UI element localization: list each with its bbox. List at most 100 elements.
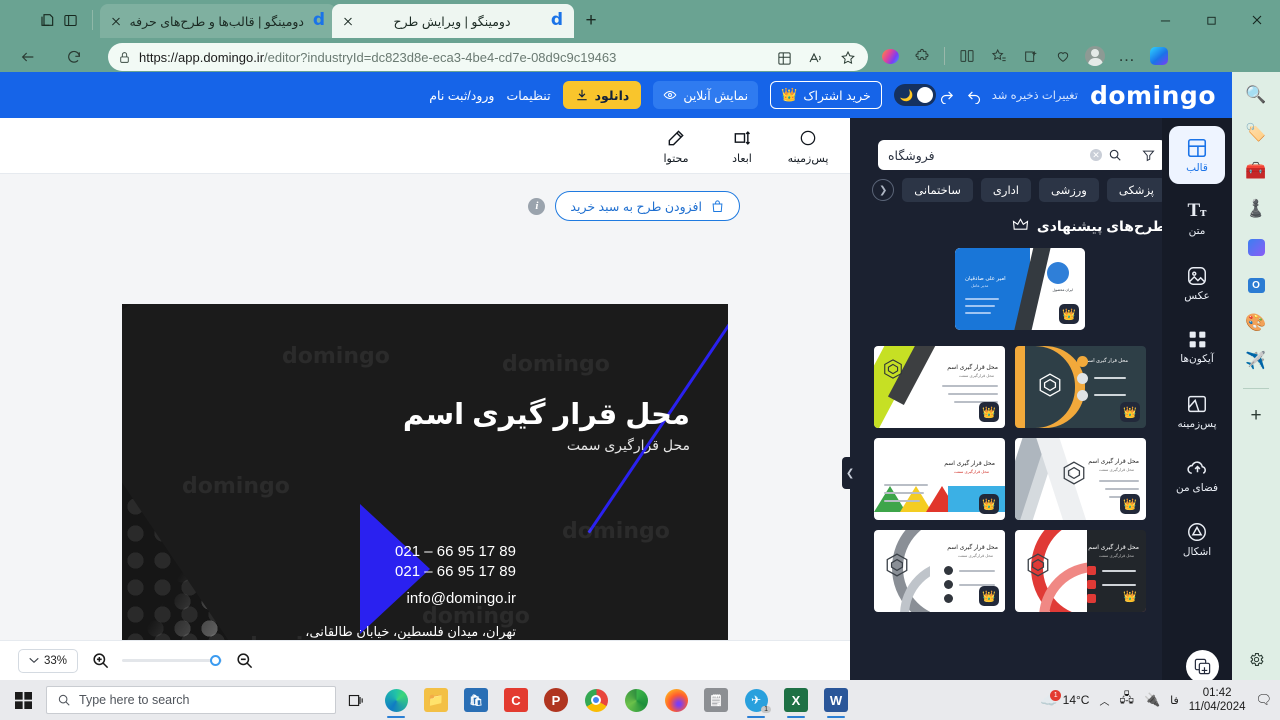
- image-creator-icon[interactable]: 🎨: [1241, 308, 1271, 338]
- rail-item-shapes[interactable]: اشکال: [1169, 510, 1225, 568]
- google-chrome-icon[interactable]: [576, 680, 616, 720]
- featured-template-card[interactable]: امیر علی صادقیان مدیر عامل ایران محصول 👑: [955, 248, 1085, 330]
- zoom-slider-handle[interactable]: [210, 655, 221, 666]
- notes-app-icon[interactable]: 🗒: [696, 680, 736, 720]
- card-role-text[interactable]: محل قرارگیری سمت: [567, 437, 690, 454]
- sidebar-settings-gear-icon[interactable]: [1241, 644, 1271, 674]
- word-icon[interactable]: W: [816, 680, 856, 720]
- template-card[interactable]: محل قرار گیری اسم محل قرارگیری سمت 👑: [1015, 530, 1146, 612]
- rail-item-template[interactable]: قالب: [1169, 126, 1225, 184]
- template-card[interactable]: محل قرار گیری اسم محل قرارگیری سمت 👑: [1015, 438, 1146, 520]
- address-bar[interactable]: https://app.domingo.ir/editor?industryId…: [108, 43, 868, 71]
- undo-icon[interactable]: [964, 84, 986, 106]
- download-button[interactable]: دانلود: [562, 81, 642, 109]
- show-hidden-icons-icon[interactable]: ︿: [1099, 693, 1109, 708]
- clock[interactable]: 01:42 11/04/2024: [1189, 686, 1246, 714]
- category-chip-construction[interactable]: ساختمانی: [902, 178, 973, 202]
- camtasia-icon[interactable]: C: [496, 680, 536, 720]
- firefox-icon[interactable]: [656, 680, 696, 720]
- language-indicator[interactable]: فا: [1170, 694, 1179, 707]
- rail-item-text[interactable]: Tт متن: [1169, 190, 1225, 248]
- browser-essentials-icon[interactable]: [1049, 42, 1077, 70]
- vertical-tabs-icon[interactable]: [58, 8, 82, 32]
- card-email-text[interactable]: info@domingo.ir: [407, 590, 516, 607]
- maximize-button[interactable]: [1188, 0, 1234, 40]
- buy-subscription-button[interactable]: خرید اشتراک 👑: [770, 81, 882, 109]
- network-icon[interactable]: 🖧: [1119, 689, 1134, 711]
- shopping-tag-icon[interactable]: 🏷️: [1241, 118, 1271, 148]
- tools-briefcase-icon[interactable]: 🧰: [1241, 156, 1271, 186]
- template-card[interactable]: محل قرار گیری اسم محل قرارگیری سمت 👑: [874, 438, 1005, 520]
- minimize-button[interactable]: [1142, 0, 1188, 40]
- read-aloud-icon[interactable]: [802, 44, 830, 72]
- template-card[interactable]: محل قرار گیری اسم 👑: [1015, 346, 1146, 428]
- zoom-level-select[interactable]: 33%: [18, 648, 78, 673]
- telegram-icon[interactable]: ✈️: [1241, 346, 1271, 376]
- add-to-cart-button[interactable]: افزودن طرح به سبد خرید: [555, 191, 740, 221]
- windows-start-icon[interactable]: [0, 680, 46, 720]
- tab-search-icon[interactable]: [36, 8, 60, 32]
- add-sidebar-icon[interactable]: +: [1241, 401, 1271, 431]
- toolbar-item-content[interactable]: محتوا: [652, 126, 700, 165]
- weather-widget[interactable]: ☁️ 1 14°C: [1040, 689, 1089, 709]
- reload-icon[interactable]: [60, 43, 88, 71]
- internet-download-manager-icon[interactable]: [616, 680, 656, 720]
- extensions-icon[interactable]: [908, 42, 936, 70]
- clear-icon[interactable]: ✕: [1090, 149, 1102, 161]
- taskbar-search-input[interactable]: Type here to search: [46, 686, 336, 714]
- zoom-slider[interactable]: [122, 655, 222, 666]
- browser-tab-0[interactable]: d دومینگو | قالب‌ها و طرح‌های حرفه‌ای: [100, 4, 336, 38]
- template-search-input[interactable]: فروشگاه ✕: [878, 140, 1132, 170]
- notification-icon[interactable]: 🗨: [1255, 692, 1272, 708]
- telegram-icon[interactable]: ✈ 1: [736, 680, 776, 720]
- category-chip-sports[interactable]: ورزشی: [1038, 178, 1099, 202]
- more-settings-icon[interactable]: …: [1113, 42, 1141, 70]
- toolbar-item-background[interactable]: پس‌زمینه: [784, 126, 832, 165]
- split-screen-icon[interactable]: [953, 42, 981, 70]
- card-phone-text[interactable]: 021 – 66 95 17 89 021 – 66 95 17 89: [395, 542, 516, 582]
- rail-item-icons[interactable]: آیکون‌ها: [1169, 318, 1225, 376]
- microsoft-365-icon[interactable]: [1241, 232, 1271, 262]
- browser-tab-1[interactable]: d دومینگو | ویرایش طرح: [332, 4, 574, 38]
- close-icon[interactable]: [340, 13, 356, 29]
- battery-icon[interactable]: 🔌: [1144, 692, 1160, 708]
- microsoft-store-icon[interactable]: 🛍: [456, 680, 496, 720]
- p-app-icon[interactable]: P: [536, 680, 576, 720]
- zoom-out-button[interactable]: [232, 649, 256, 673]
- favorite-star-icon[interactable]: [834, 44, 862, 72]
- theme-toggle[interactable]: 🌙: [893, 84, 936, 106]
- template-card[interactable]: محل قرار گیری اسم محل قرارگیری سمت 👑: [874, 530, 1005, 612]
- collections-icon[interactable]: [770, 44, 798, 72]
- template-card[interactable]: محل قرار گیری اسم محل قرارگیری سمت 👑: [874, 346, 1005, 428]
- copilot-brain-icon[interactable]: [876, 42, 904, 70]
- panel-collapse-handle[interactable]: ❯: [842, 457, 858, 489]
- close-button[interactable]: [1234, 0, 1280, 40]
- redo-icon[interactable]: [936, 84, 958, 106]
- file-explorer-icon[interactable]: 📁: [416, 680, 456, 720]
- toolbar-item-dimensions[interactable]: ابعاد: [718, 126, 766, 165]
- search-icon[interactable]: 🔍: [1241, 80, 1271, 110]
- settings-link[interactable]: تنظیمات: [506, 88, 550, 103]
- login-register-link[interactable]: ورود/ثبت نام: [429, 88, 494, 103]
- rail-item-background[interactable]: پس‌زمینه: [1169, 382, 1225, 440]
- games-icon[interactable]: ♟️: [1241, 194, 1271, 224]
- back-icon[interactable]: [14, 43, 42, 71]
- new-tab-button[interactable]: +: [578, 8, 604, 34]
- profile-avatar-icon[interactable]: [1081, 42, 1109, 70]
- zoom-in-button[interactable]: [88, 649, 112, 673]
- favorites-list-icon[interactable]: [985, 42, 1013, 70]
- task-view-icon[interactable]: [336, 680, 376, 720]
- info-icon[interactable]: i: [528, 197, 546, 215]
- outlook-icon[interactable]: O: [1241, 270, 1271, 300]
- category-chip-office[interactable]: اداری: [980, 178, 1031, 202]
- business-card-canvas[interactable]: domingo domingo domingo domingo domingo …: [122, 304, 728, 680]
- excel-icon[interactable]: X: [776, 680, 816, 720]
- copilot-icon[interactable]: [1145, 42, 1173, 70]
- add-collection-icon[interactable]: [1017, 42, 1045, 70]
- close-icon[interactable]: [108, 13, 124, 29]
- online-preview-button[interactable]: نمایش آنلاین: [653, 81, 759, 109]
- filter-button[interactable]: [1132, 140, 1166, 170]
- rail-item-my-space[interactable]: فضای من: [1169, 446, 1225, 504]
- rail-item-image[interactable]: عکس: [1169, 254, 1225, 312]
- category-chip-medical[interactable]: پزشکی: [1106, 178, 1166, 202]
